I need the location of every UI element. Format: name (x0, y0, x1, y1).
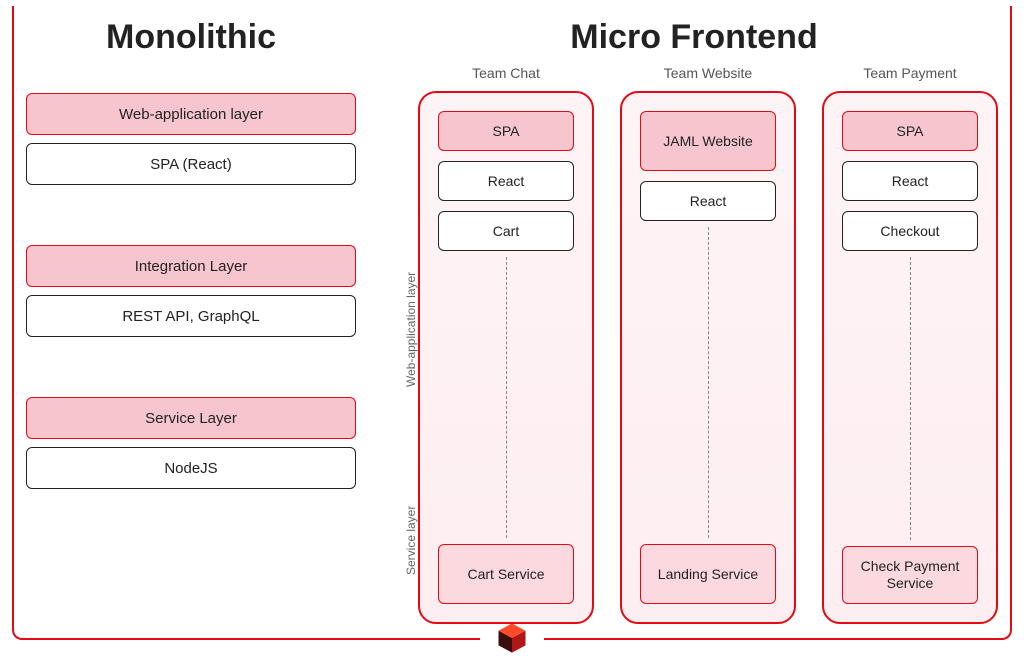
monolithic-group-web: Web-application layer SPA (React) (26, 93, 356, 185)
team-tech-box: React (438, 161, 574, 201)
connector-line (910, 257, 911, 540)
mono-layer-label: Web-application layer (26, 93, 356, 135)
team-card: JAML Website React Landing Service (620, 91, 796, 624)
micro-frontend-title: Micro Frontend (390, 18, 998, 57)
micro-body: Web-application layer Service layer Team… (390, 65, 998, 624)
micro-frontend-column: Micro Frontend Web-application layer Ser… (390, 18, 998, 624)
mono-layer-label: Integration Layer (26, 245, 356, 287)
team-service-box: Check Payment Service (842, 546, 978, 604)
team-card: SPA React Checkout Check Payment Service (822, 91, 998, 624)
cube-logo-icon (494, 620, 530, 656)
team-tech-box: React (640, 181, 776, 221)
team-top-box: SPA (438, 111, 574, 151)
team-website: Team Website JAML Website React Landing … (620, 65, 796, 624)
team-title: Team Payment (822, 65, 998, 81)
mono-layer-label: Service Layer (26, 397, 356, 439)
team-top-box: JAML Website (640, 111, 776, 171)
monolithic-group-service: Service Layer NodeJS (26, 397, 356, 489)
team-card: SPA React Cart Cart Service (418, 91, 594, 624)
mono-layer-tech: REST API, GraphQL (26, 295, 356, 337)
mono-layer-tech: NodeJS (26, 447, 356, 489)
team-top-box: SPA (842, 111, 978, 151)
team-title: Team Website (620, 65, 796, 81)
monolithic-group-integration: Integration Layer REST API, GraphQL (26, 245, 356, 337)
mono-layer-tech: SPA (React) (26, 143, 356, 185)
connector-line (708, 227, 709, 538)
team-title: Team Chat (418, 65, 594, 81)
diagram-content: Monolithic Web-application layer SPA (Re… (26, 18, 998, 624)
teams-row: Team Chat SPA React Cart Cart Service Te… (418, 65, 998, 624)
monolithic-groups: Web-application layer SPA (React) Integr… (26, 93, 356, 489)
side-label-service: Service layer (404, 506, 418, 575)
monolithic-column: Monolithic Web-application layer SPA (Re… (26, 18, 356, 624)
team-service-box: Landing Service (640, 544, 776, 604)
monolithic-title: Monolithic (26, 18, 356, 57)
team-service-box: Cart Service (438, 544, 574, 604)
team-feature-box: Checkout (842, 211, 978, 251)
team-payment: Team Payment SPA React Checkout Check Pa… (822, 65, 998, 624)
team-tech-box: React (842, 161, 978, 201)
team-chat: Team Chat SPA React Cart Cart Service (418, 65, 594, 624)
connector-line (506, 257, 507, 538)
side-labels: Web-application layer Service layer (390, 65, 418, 624)
team-feature-box: Cart (438, 211, 574, 251)
side-label-web: Web-application layer (404, 272, 418, 387)
